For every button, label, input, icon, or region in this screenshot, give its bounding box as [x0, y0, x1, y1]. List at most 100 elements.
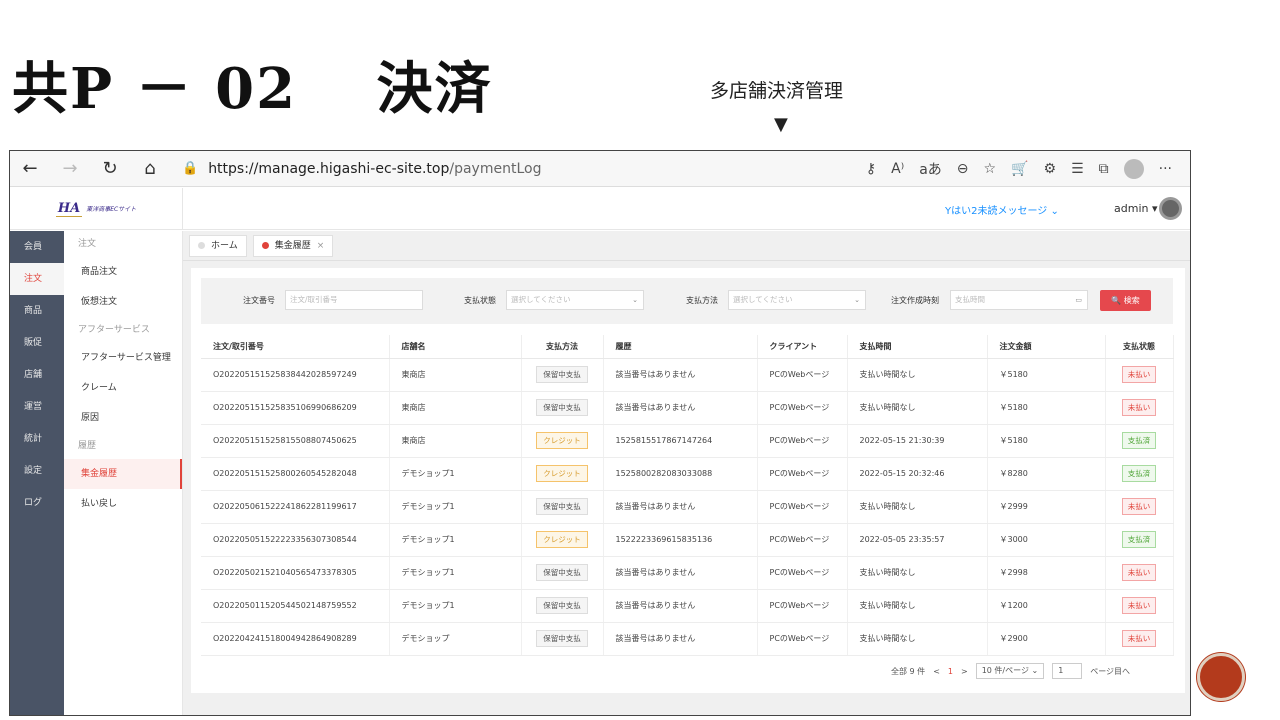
- column-header: 店舗名: [389, 335, 522, 359]
- sub-nav-item[interactable]: クレーム: [64, 373, 182, 403]
- page-tab[interactable]: 集金履歴 ×: [252, 234, 334, 257]
- browser-actions: ⚷ A⁾ aあ ⊖ ☆ 🛒 ⚙ ☰ ⧉ ···: [866, 158, 1172, 179]
- cart-icon[interactable]: 🛒: [1011, 161, 1028, 177]
- collections-icon[interactable]: ⧉: [1099, 161, 1109, 177]
- nav-item[interactable]: 店舗: [10, 359, 64, 391]
- nav-item[interactable]: 注文: [10, 263, 64, 295]
- table-cell: 支払い時間なし: [847, 391, 988, 425]
- table-cell: PCのWebページ: [757, 523, 848, 557]
- sub-nav-item[interactable]: 払い戻し: [64, 489, 182, 519]
- table-cell: O202205151525800260545282048: [201, 457, 390, 491]
- table-cell: 該当番号はありません: [603, 556, 758, 590]
- table-cell: 東商店: [389, 391, 522, 425]
- nav-item[interactable]: ログ: [10, 487, 64, 519]
- order-no-label: 注文番号: [243, 296, 275, 305]
- search-button[interactable]: 🔍 検索: [1100, 290, 1151, 311]
- key-icon[interactable]: ⚷: [866, 161, 876, 177]
- payment-method-tag: 保留中支払: [536, 597, 588, 614]
- sub-nav-item[interactable]: 仮想注文: [64, 287, 182, 317]
- nav-item[interactable]: 統計: [10, 423, 64, 455]
- table-cell: O202205151525838442028597249: [201, 358, 390, 392]
- user-menu[interactable]: admin ▾: [1114, 202, 1157, 215]
- page-tab[interactable]: ホーム: [189, 234, 247, 257]
- next-page-button[interactable]: >: [961, 667, 968, 676]
- messages-dropdown[interactable]: Yはい2未読メッセージ ⌄: [945, 202, 1059, 217]
- payment-method-tag: 保留中支払: [536, 564, 588, 581]
- payment-table: 注文/取引番号 店舗名 支払方法 履歴 クライアント 支払時間 注文金額 支払状態 O2022…: [201, 335, 1174, 656]
- sub-nav: 注文 商品注文 仮想注文 アフターサービス アフターサービス管理 クレーム 原因 履歴 集金履歴…: [64, 231, 183, 715]
- table-cell: ￥3000: [987, 523, 1106, 557]
- back-icon[interactable]: ←: [10, 158, 50, 179]
- table-row: O202205051522223356307308544 デモショップ1 クレジット…: [201, 523, 1174, 557]
- table-row: O202205151525800260545282048 デモショップ1 クレジット…: [201, 457, 1174, 491]
- order-no-input[interactable]: 注文/取引番号: [285, 290, 423, 310]
- profile-icon[interactable]: [1123, 158, 1144, 179]
- down-arrow-icon: ▼: [774, 114, 788, 135]
- logo[interactable]: HA 東洋商事ECサイト: [10, 187, 183, 230]
- goto-page-input[interactable]: 1: [1052, 663, 1083, 679]
- more-icon[interactable]: ···: [1159, 161, 1172, 177]
- address-bar[interactable]: 🔒 https://manage.higashi-ec-site.top /pa…: [182, 161, 866, 177]
- nav-item[interactable]: 運営: [10, 391, 64, 423]
- created-date-input[interactable]: 支払時間 ▭: [950, 290, 1088, 310]
- chevron-down-icon: ⌄: [854, 296, 860, 304]
- table-cell: O202205061522241862281199617: [201, 490, 390, 524]
- table-cell: 支払い時間なし: [847, 490, 988, 524]
- table-cell: PCのWebページ: [757, 589, 848, 623]
- table-cell: ￥5180: [987, 358, 1106, 392]
- home-icon[interactable]: ⌂: [130, 158, 170, 179]
- main-content: ホーム 集金履歴 × 注文番号 注文/取引番号 支払状態 選択してください ⌄ 支払方…: [183, 231, 1190, 715]
- page-size-select[interactable]: 10 件/ページ ⌄: [975, 663, 1045, 679]
- slide-subtitle: 多店舗決済管理: [710, 80, 844, 102]
- table-cell: O202205021521040565473378305: [201, 556, 390, 590]
- chevron-down-icon: ⌄: [632, 296, 638, 304]
- page-tabs: ホーム 集金履歴 ×: [183, 231, 1190, 261]
- nav-item[interactable]: 販促: [10, 327, 64, 359]
- current-page[interactable]: 1: [948, 667, 953, 676]
- font-icon[interactable]: aあ: [919, 159, 942, 179]
- table-cell: 該当番号はありません: [603, 490, 758, 524]
- pay-method-select[interactable]: 選択してください ⌄: [728, 290, 866, 310]
- url-host: https://manage.higashi-ec-site.top: [208, 160, 450, 177]
- nav-item[interactable]: 設定: [10, 455, 64, 487]
- favorites-icon[interactable]: ☰: [1071, 161, 1084, 177]
- table-row: O202205151525838442028597249 東商店 保留中支払 該当番号…: [201, 358, 1174, 392]
- search-button-label: 検索: [1123, 296, 1140, 305]
- sub-nav-item[interactable]: 集金履歴: [64, 459, 182, 489]
- reload-icon[interactable]: ↻: [90, 158, 130, 179]
- read-aloud-icon[interactable]: A⁾: [891, 161, 904, 177]
- table-row: O202204241518004942864908289 デモショップ 保留中支払該…: [201, 622, 1174, 656]
- table-cell: 保留中支払: [521, 490, 604, 524]
- pay-status-select[interactable]: 選択してください ⌄: [506, 290, 644, 310]
- nav-item[interactable]: 会員: [10, 231, 64, 263]
- sub-nav-item[interactable]: アフターサービス管理: [64, 343, 182, 373]
- forward-icon[interactable]: →: [50, 158, 90, 179]
- nav-item[interactable]: 商品: [10, 295, 64, 327]
- zoom-out-icon[interactable]: ⊖: [957, 161, 969, 177]
- table-cell: 支払い時間なし: [847, 556, 988, 590]
- status-badge: 未払い: [1121, 498, 1157, 515]
- table-cell: デモショップ1: [389, 556, 522, 590]
- table-cell: 該当番号はありません: [603, 391, 758, 425]
- sub-nav-item[interactable]: 商品注文: [64, 257, 182, 287]
- prev-page-button[interactable]: <: [933, 667, 940, 676]
- table-cell: クレジット: [521, 523, 604, 557]
- favorite-add-icon[interactable]: ☆: [984, 161, 997, 177]
- total-count: 全部 9 件: [891, 666, 926, 676]
- extensions-icon[interactable]: ⚙: [1044, 161, 1057, 177]
- status-badge: 支払済: [1121, 432, 1157, 449]
- table-cell: ￥2900: [987, 622, 1106, 656]
- avatar[interactable]: [1159, 197, 1182, 220]
- close-icon[interactable]: ×: [317, 235, 325, 257]
- sub-nav-item[interactable]: 原因: [64, 403, 182, 433]
- created-placeholder: 支払時間: [955, 295, 985, 304]
- table-cell: PCのWebページ: [757, 490, 848, 524]
- payment-method-tag: クレジット: [536, 465, 588, 482]
- table-cell: 東商店: [389, 358, 522, 392]
- payment-method-tag: 保留中支払: [536, 366, 588, 383]
- status-badge: 支払済: [1121, 465, 1157, 482]
- column-header: 注文/取引番号: [201, 335, 390, 359]
- pay-method-label: 支払方法: [686, 296, 718, 305]
- table-cell: 未払い: [1105, 622, 1174, 656]
- column-header: 支払時間: [847, 335, 988, 359]
